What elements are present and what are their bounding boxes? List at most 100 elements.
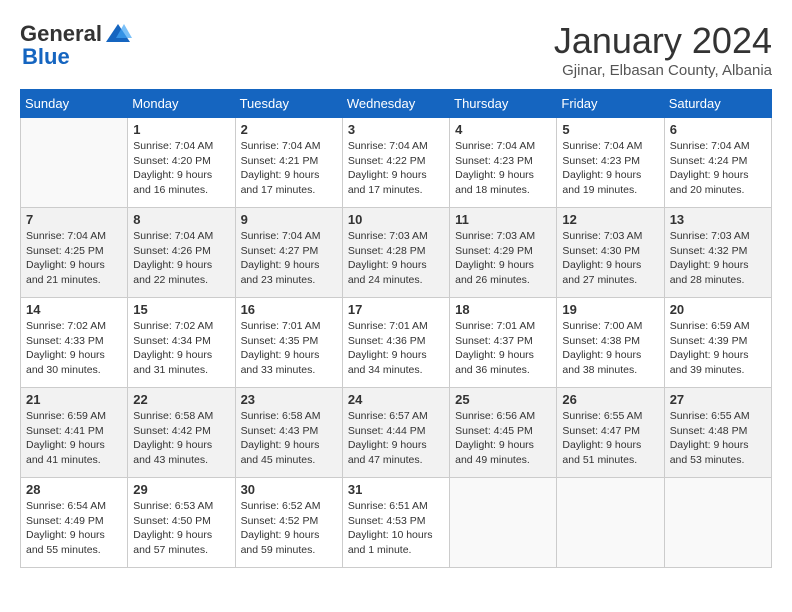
day-info: Sunrise: 7:03 AMSunset: 4:32 PMDaylight:… bbox=[670, 229, 766, 288]
calendar-cell bbox=[664, 478, 771, 568]
calendar-cell: 4 Sunrise: 7:04 AMSunset: 4:23 PMDaylight… bbox=[450, 118, 557, 208]
day-number: 1 bbox=[133, 122, 229, 137]
day-number: 12 bbox=[562, 212, 658, 227]
calendar-cell: 28 Sunrise: 6:54 AMSunset: 4:49 PMDayligh… bbox=[21, 478, 128, 568]
calendar-cell: 16 Sunrise: 7:01 AMSunset: 4:35 PMDayligh… bbox=[235, 298, 342, 388]
calendar-cell: 5Sunrise: 7:04 AMSunset: 4:23 PMDaylight… bbox=[557, 118, 664, 208]
day-number: 16 bbox=[241, 302, 337, 317]
day-info: Sunrise: 7:01 AMSunset: 4:36 PMDaylight:… bbox=[348, 319, 444, 378]
day-number: 28 bbox=[26, 482, 122, 497]
calendar-week-5: 28 Sunrise: 6:54 AMSunset: 4:49 PMDayligh… bbox=[21, 478, 772, 568]
day-info: Sunrise: 6:54 AMSunset: 4:49 PMDaylight:… bbox=[26, 499, 122, 558]
calendar-cell: 10Sunrise: 7:03 AMSunset: 4:28 PMDayligh… bbox=[342, 208, 449, 298]
logo: General Blue bbox=[20, 20, 132, 70]
calendar-cell: 26 Sunrise: 6:55 AMSunset: 4:47 PMDayligh… bbox=[557, 388, 664, 478]
day-info: Sunrise: 7:02 AMSunset: 4:34 PMDaylight:… bbox=[133, 319, 229, 378]
weekday-header-row: SundayMondayTuesdayWednesdayThursdayFrid… bbox=[21, 90, 772, 118]
day-number: 18 bbox=[455, 302, 551, 317]
calendar-cell: 23 Sunrise: 6:58 AMSunset: 4:43 PMDayligh… bbox=[235, 388, 342, 478]
day-number: 23 bbox=[241, 392, 337, 407]
calendar-cell: 17 Sunrise: 7:01 AMSunset: 4:36 PMDayligh… bbox=[342, 298, 449, 388]
day-info: Sunrise: 7:04 AMSunset: 4:24 PMDaylight:… bbox=[670, 139, 766, 198]
day-info: Sunrise: 7:04 AMSunset: 4:27 PMDaylight:… bbox=[241, 229, 337, 288]
day-info: Sunrise: 7:04 AMSunset: 4:23 PMDaylight:… bbox=[455, 139, 551, 198]
calendar-cell: 2Sunrise: 7:04 AMSunset: 4:21 PMDaylight… bbox=[235, 118, 342, 208]
day-info: Sunrise: 6:58 AMSunset: 4:43 PMDaylight:… bbox=[241, 409, 337, 468]
day-number: 14 bbox=[26, 302, 122, 317]
day-number: 19 bbox=[562, 302, 658, 317]
calendar-cell: 30 Sunrise: 6:52 AMSunset: 4:52 PMDayligh… bbox=[235, 478, 342, 568]
calendar-cell: 21 Sunrise: 6:59 AMSunset: 4:41 PMDayligh… bbox=[21, 388, 128, 478]
day-info: Sunrise: 7:04 AMSunset: 4:26 PMDaylight:… bbox=[133, 229, 229, 288]
day-number: 15 bbox=[133, 302, 229, 317]
calendar-body: 1 Sunrise: 7:04 AMSunset: 4:20 PMDaylight… bbox=[21, 118, 772, 568]
day-number: 30 bbox=[241, 482, 337, 497]
calendar-cell: 20 Sunrise: 6:59 AMSunset: 4:39 PMDayligh… bbox=[664, 298, 771, 388]
weekday-header-thursday: Thursday bbox=[450, 90, 557, 118]
calendar-cell: 14 Sunrise: 7:02 AMSunset: 4:33 PMDayligh… bbox=[21, 298, 128, 388]
day-info: Sunrise: 7:01 AMSunset: 4:35 PMDaylight:… bbox=[241, 319, 337, 378]
day-number: 22 bbox=[133, 392, 229, 407]
day-info: Sunrise: 7:02 AMSunset: 4:33 PMDaylight:… bbox=[26, 319, 122, 378]
day-number: 20 bbox=[670, 302, 766, 317]
calendar-cell: 7Sunrise: 7:04 AMSunset: 4:25 PMDaylight… bbox=[21, 208, 128, 298]
calendar-cell: 27Sunrise: 6:55 AMSunset: 4:48 PMDayligh… bbox=[664, 388, 771, 478]
day-info: Sunrise: 7:00 AMSunset: 4:38 PMDaylight:… bbox=[562, 319, 658, 378]
day-number: 13 bbox=[670, 212, 766, 227]
weekday-header-saturday: Saturday bbox=[664, 90, 771, 118]
day-info: Sunrise: 6:51 AMSunset: 4:53 PMDaylight:… bbox=[348, 499, 444, 558]
calendar-cell bbox=[557, 478, 664, 568]
day-number: 3 bbox=[348, 122, 444, 137]
day-info: Sunrise: 6:55 AMSunset: 4:47 PMDaylight:… bbox=[562, 409, 658, 468]
calendar-week-2: 7Sunrise: 7:04 AMSunset: 4:25 PMDaylight… bbox=[21, 208, 772, 298]
day-number: 31 bbox=[348, 482, 444, 497]
calendar-table: SundayMondayTuesdayWednesdayThursdayFrid… bbox=[20, 89, 772, 568]
day-info: Sunrise: 6:53 AMSunset: 4:50 PMDaylight:… bbox=[133, 499, 229, 558]
day-number: 17 bbox=[348, 302, 444, 317]
calendar-week-1: 1 Sunrise: 7:04 AMSunset: 4:20 PMDaylight… bbox=[21, 118, 772, 208]
day-number: 10 bbox=[348, 212, 444, 227]
day-info: Sunrise: 7:03 AMSunset: 4:30 PMDaylight:… bbox=[562, 229, 658, 288]
title-block: January 2024 Gjinar, Elbasan County, Alb… bbox=[554, 20, 772, 79]
day-number: 9 bbox=[241, 212, 337, 227]
day-number: 4 bbox=[455, 122, 551, 137]
day-number: 25 bbox=[455, 392, 551, 407]
day-info: Sunrise: 6:52 AMSunset: 4:52 PMDaylight:… bbox=[241, 499, 337, 558]
calendar-cell: 3 Sunrise: 7:04 AMSunset: 4:22 PMDaylight… bbox=[342, 118, 449, 208]
day-info: Sunrise: 6:59 AMSunset: 4:39 PMDaylight:… bbox=[670, 319, 766, 378]
day-number: 27 bbox=[670, 392, 766, 407]
weekday-header-wednesday: Wednesday bbox=[342, 90, 449, 118]
calendar-cell: 9 Sunrise: 7:04 AMSunset: 4:27 PMDaylight… bbox=[235, 208, 342, 298]
day-number: 6 bbox=[670, 122, 766, 137]
day-info: Sunrise: 6:58 AMSunset: 4:42 PMDaylight:… bbox=[133, 409, 229, 468]
day-number: 21 bbox=[26, 392, 122, 407]
day-info: Sunrise: 7:04 AMSunset: 4:20 PMDaylight:… bbox=[133, 139, 229, 198]
day-number: 24 bbox=[348, 392, 444, 407]
day-info: Sunrise: 6:59 AMSunset: 4:41 PMDaylight:… bbox=[26, 409, 122, 468]
calendar-cell: 1 Sunrise: 7:04 AMSunset: 4:20 PMDaylight… bbox=[128, 118, 235, 208]
logo-icon bbox=[104, 20, 132, 48]
day-info: Sunrise: 7:04 AMSunset: 4:21 PMDaylight:… bbox=[241, 139, 337, 198]
calendar-cell bbox=[21, 118, 128, 208]
logo-blue: Blue bbox=[22, 44, 70, 70]
day-info: Sunrise: 7:01 AMSunset: 4:37 PMDaylight:… bbox=[455, 319, 551, 378]
calendar-cell: 29 Sunrise: 6:53 AMSunset: 4:50 PMDayligh… bbox=[128, 478, 235, 568]
location: Gjinar, Elbasan County, Albania bbox=[554, 62, 772, 79]
day-number: 29 bbox=[133, 482, 229, 497]
calendar-cell: 8 Sunrise: 7:04 AMSunset: 4:26 PMDaylight… bbox=[128, 208, 235, 298]
day-info: Sunrise: 6:56 AMSunset: 4:45 PMDaylight:… bbox=[455, 409, 551, 468]
day-number: 5 bbox=[562, 122, 658, 137]
calendar-cell: 6 Sunrise: 7:04 AMSunset: 4:24 PMDaylight… bbox=[664, 118, 771, 208]
day-number: 8 bbox=[133, 212, 229, 227]
calendar-cell: 13 Sunrise: 7:03 AMSunset: 4:32 PMDayligh… bbox=[664, 208, 771, 298]
day-number: 11 bbox=[455, 212, 551, 227]
weekday-header-monday: Monday bbox=[128, 90, 235, 118]
calendar-cell: 24 Sunrise: 6:57 AMSunset: 4:44 PMDayligh… bbox=[342, 388, 449, 478]
day-info: Sunrise: 6:57 AMSunset: 4:44 PMDaylight:… bbox=[348, 409, 444, 468]
day-info: Sunrise: 7:04 AMSunset: 4:22 PMDaylight:… bbox=[348, 139, 444, 198]
calendar-cell: 15 Sunrise: 7:02 AMSunset: 4:34 PMDayligh… bbox=[128, 298, 235, 388]
day-number: 26 bbox=[562, 392, 658, 407]
calendar-cell: 22 Sunrise: 6:58 AMSunset: 4:42 PMDayligh… bbox=[128, 388, 235, 478]
day-info: Sunrise: 7:04 AMSunset: 4:25 PMDaylight:… bbox=[26, 229, 122, 288]
weekday-header-tuesday: Tuesday bbox=[235, 90, 342, 118]
